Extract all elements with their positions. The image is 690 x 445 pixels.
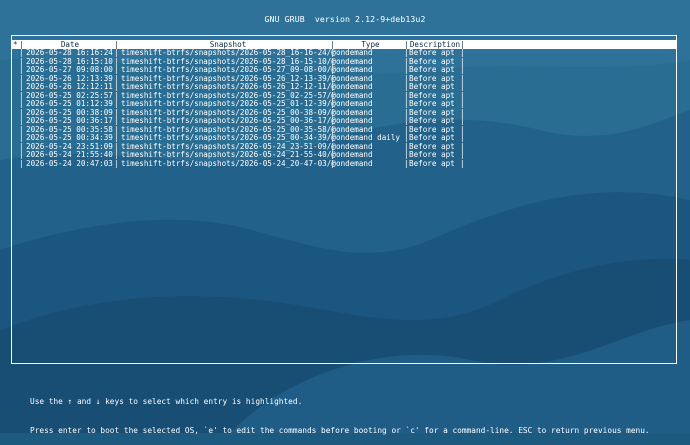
entry-type: ondemand [336,158,373,168]
menu-entry[interactable]: | 2026-05-24 20:47:03 | timeshift-btrfs/sna… [12,158,677,169]
column-separator: | [19,158,24,168]
help-line-1: Use the ↑ and ↓ keys to select which ent… [30,397,303,406]
boot-menu-table: * | Date | Snapshot | Type | Description… [12,40,677,168]
selected-marker: * [13,40,18,49]
grub-title: GNU GRUB version 2.12-9+deb13u2 [264,14,426,24]
entry-snapshot: timeshift-btrfs/snapshots/2026-05-24_20-… [121,158,336,168]
column-separator: | [114,158,119,168]
column-separator: | [330,158,335,168]
entry-date: 2026-05-24 20:47:03 [26,158,113,168]
entry-description: Before apt [409,158,455,168]
help-text: Use the ↑ and ↓ keys to select which ent… [30,378,650,445]
column-separator: | [460,158,465,168]
column-separator: | [404,158,409,168]
help-line-2: Press enter to boot the selected OS, `e'… [30,425,650,435]
